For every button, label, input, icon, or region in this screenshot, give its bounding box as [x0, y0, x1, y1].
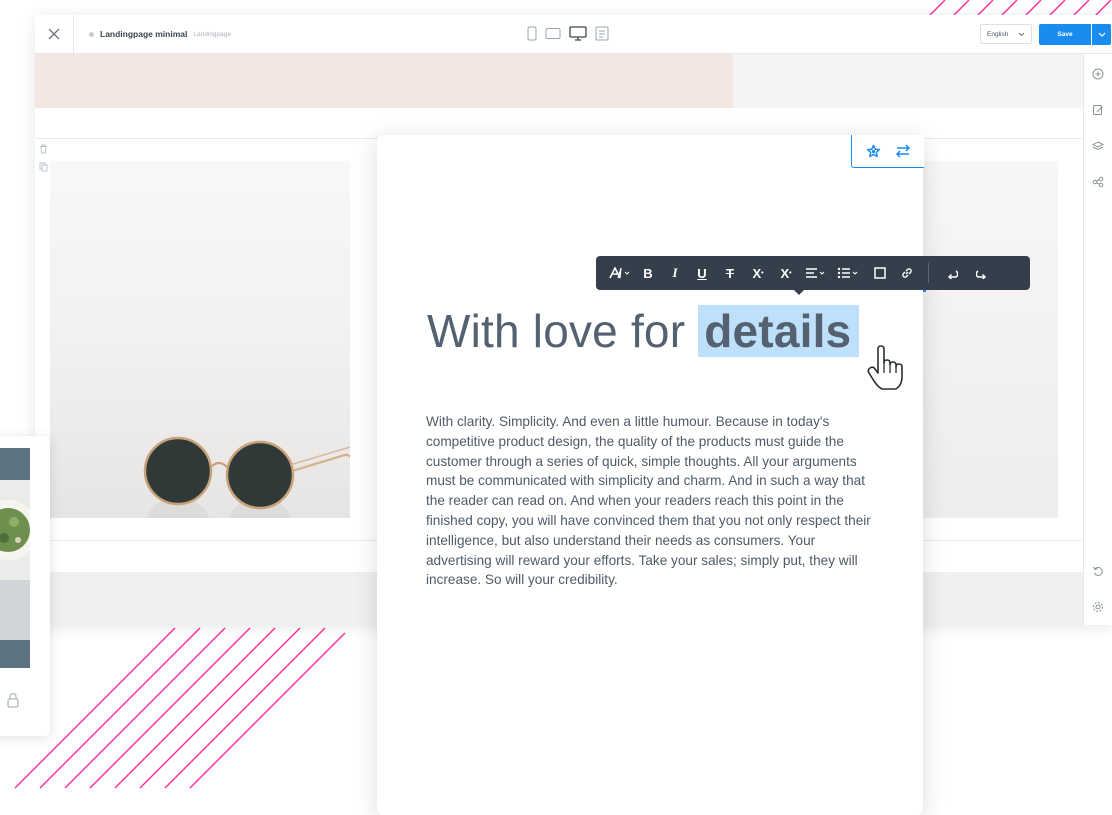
mobile-preview-card[interactable]: [0, 436, 50, 736]
card-actions: [851, 135, 924, 168]
box-icon: [874, 267, 886, 279]
desktop-icon[interactable]: [569, 26, 587, 41]
subscript-button[interactable]: X •: [772, 256, 800, 290]
superscript-label: X: [752, 265, 762, 281]
salad-image: [0, 480, 30, 640]
swap-button[interactable]: [895, 144, 911, 158]
page-subtitle: Landingpage: [193, 30, 231, 38]
align-button[interactable]: [800, 256, 832, 290]
sunglasses-photo[interactable]: [50, 161, 350, 518]
status-dot: [89, 31, 94, 37]
right-sidebar: [1083, 54, 1112, 625]
superscript-mark: •: [761, 269, 764, 277]
toolbar-divider: [928, 263, 929, 283]
device-switcher: [527, 26, 609, 41]
headline[interactable]: With love for details: [427, 302, 860, 360]
close-button[interactable]: [35, 15, 74, 53]
link-icon: [902, 268, 912, 278]
header-section-grey[interactable]: [733, 54, 1083, 108]
strikethrough-button[interactable]: T: [716, 256, 744, 290]
align-icon: [806, 268, 825, 278]
decor-lines-bottom: [14, 627, 346, 789]
font-size-icon: [609, 267, 630, 279]
subscript-mark: •: [789, 269, 792, 277]
style-icon: [866, 144, 880, 157]
page-title: Landingpage minimal: [100, 29, 188, 39]
row-tools: [39, 144, 48, 172]
bold-button[interactable]: B: [634, 256, 662, 290]
settings-icon[interactable]: [1092, 601, 1104, 613]
hand-cursor-icon: [867, 345, 903, 390]
list-button[interactable]: [832, 256, 866, 290]
trash-icon[interactable]: [39, 144, 48, 154]
style-button[interactable]: [866, 144, 881, 159]
body-paragraph[interactable]: With clarity. Simplicity. And even a lit…: [426, 412, 884, 590]
underline-button[interactable]: U: [688, 256, 716, 290]
italic-button[interactable]: I: [662, 256, 688, 290]
product-photo[interactable]: [921, 161, 1058, 518]
language-select[interactable]: English: [980, 24, 1032, 44]
add-icon[interactable]: [1092, 68, 1104, 80]
duplicate-icon[interactable]: [39, 162, 48, 172]
close-icon: [48, 28, 60, 40]
undo-icon: [947, 270, 958, 279]
mobile-preview-screen: [0, 448, 30, 668]
editor-topbar: Landingpage minimal Landingpage English …: [35, 15, 1112, 54]
text-format-toolbar: B I U T X • X •: [596, 256, 1030, 290]
language-value: English: [987, 30, 1009, 38]
undo-button[interactable]: [937, 256, 967, 290]
page-title-group: Landingpage minimal Landingpage: [89, 15, 231, 53]
tablet-icon[interactable]: [545, 27, 561, 40]
layers-icon[interactable]: [1092, 140, 1104, 152]
link-button[interactable]: [894, 256, 920, 290]
subscript-label: X: [780, 265, 790, 281]
document-icon[interactable]: [595, 26, 609, 41]
chevron-down-icon: [1018, 32, 1025, 36]
save-group: Save: [1039, 24, 1111, 45]
font-size-button[interactable]: [606, 256, 634, 290]
undo-icon[interactable]: [1092, 565, 1104, 577]
salad-illustration: [0, 500, 30, 640]
redo-icon: [976, 270, 987, 279]
share-icon[interactable]: [1092, 176, 1104, 188]
toolbar-pointer: [793, 289, 805, 295]
lock-icon[interactable]: [7, 692, 19, 708]
swap-icon: [895, 144, 910, 158]
save-button[interactable]: Save: [1039, 24, 1091, 45]
superscript-button[interactable]: X •: [744, 256, 772, 290]
edit-icon[interactable]: [1092, 104, 1104, 116]
save-options-button[interactable]: [1092, 24, 1111, 45]
sunglasses-image: [143, 436, 350, 518]
redo-button[interactable]: [967, 256, 997, 290]
box-button[interactable]: [866, 256, 894, 290]
chevron-down-icon: [1098, 32, 1105, 37]
phone-icon[interactable]: [527, 26, 537, 41]
header-section-peach[interactable]: [35, 54, 733, 108]
headline-selected[interactable]: details: [698, 305, 860, 357]
list-icon: [837, 267, 858, 279]
headline-plain: With love for: [427, 305, 699, 357]
